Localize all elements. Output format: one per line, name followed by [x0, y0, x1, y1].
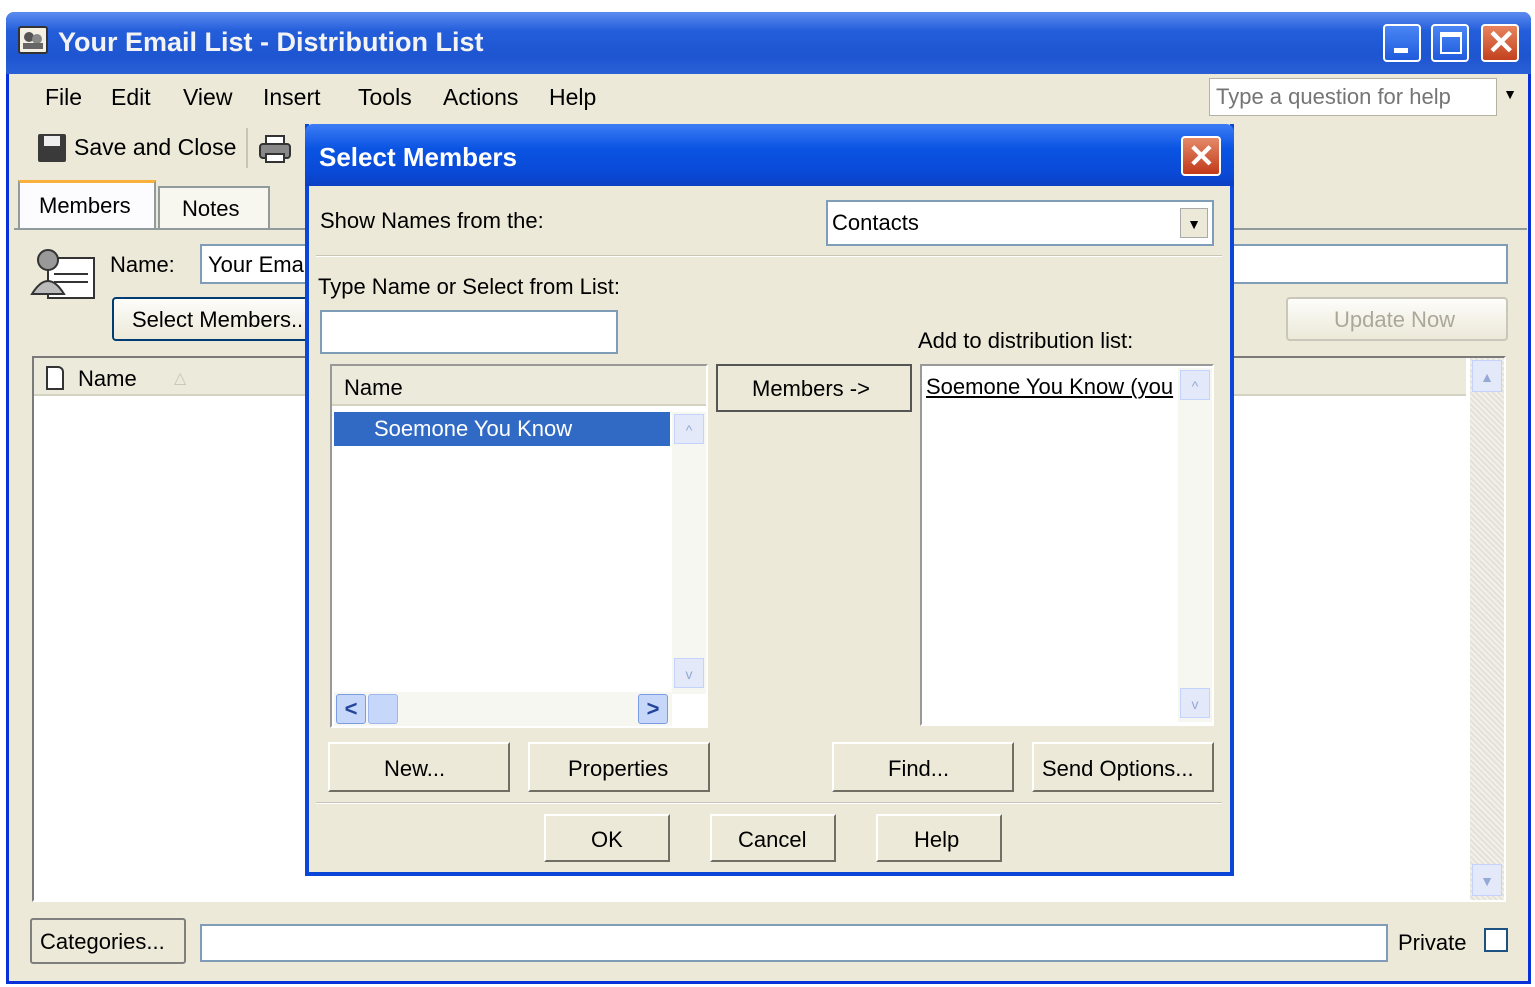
send-options-label: Send Options... [1042, 756, 1194, 781]
list-item[interactable]: Soemone You Know (you [926, 374, 1176, 400]
find-label: Find... [888, 756, 950, 781]
contacts-list[interactable]: Name Soemone You Know ^ v < > [330, 364, 708, 728]
minimize-icon [1394, 48, 1408, 53]
scroll-left-icon[interactable]: < [336, 694, 366, 724]
menu-bar: File Edit View Insert Tools Actions Help… [12, 76, 1527, 120]
window-titlebar[interactable]: Your Email List - Distribution List ✕ [6, 12, 1531, 74]
sort-ascending-icon: △ [174, 370, 187, 387]
distribution-list-scrollbar[interactable]: ^ v [1178, 368, 1212, 722]
categories-button[interactable]: Categories... [30, 918, 186, 964]
update-now-label: Update Now [1334, 307, 1456, 332]
new-contact-button[interactable]: New... [328, 742, 510, 792]
contact-name: Soemone You Know [374, 416, 573, 441]
dialog-titlebar[interactable]: Select Members ✕ [305, 124, 1234, 186]
tab-notes-label: Notes [182, 196, 240, 221]
dialog-title: Select Members [319, 142, 517, 172]
private-checkbox[interactable] [1484, 928, 1508, 952]
ok-label: OK [591, 827, 623, 852]
contacts-list-header: Name [332, 366, 706, 406]
menu-tools[interactable]: Tools [358, 84, 412, 111]
select-members-button[interactable]: Select Members... [112, 297, 312, 341]
distribution-members-list[interactable]: Soemone You Know (you ^ v [920, 364, 1214, 726]
close-button[interactable]: ✕ [1481, 24, 1519, 62]
send-options-button[interactable]: Send Options... [1032, 742, 1214, 792]
type-name-label: Type Name or Select from List: [318, 274, 620, 299]
tab-members-label: Members [39, 193, 131, 218]
scroll-up-icon[interactable]: ^ [1180, 370, 1210, 400]
close-icon: ✕ [1487, 24, 1516, 62]
menu-edit[interactable]: Edit [111, 84, 151, 111]
toolbar-separator [246, 128, 248, 168]
help-question-input[interactable] [1209, 78, 1497, 116]
members-list-scrollbar[interactable]: ▲ ▼ [1470, 358, 1504, 900]
document-icon [46, 366, 64, 390]
scroll-down-icon[interactable]: ▼ [1472, 864, 1502, 896]
members-add-label: Members -> [752, 376, 870, 401]
update-now-button[interactable]: Update Now [1286, 297, 1508, 341]
scroll-thumb[interactable] [368, 694, 398, 724]
address-book-value: Contacts [832, 210, 919, 235]
cancel-label: Cancel [738, 827, 807, 852]
contacts-vertical-scrollbar[interactable]: ^ v [672, 412, 706, 694]
type-name-input[interactable] [320, 310, 618, 354]
scroll-down-icon[interactable]: v [1180, 688, 1210, 718]
tab-members[interactable]: Members [18, 180, 156, 230]
maximize-icon [1440, 32, 1462, 54]
contact-card-icon [28, 244, 98, 306]
list-item[interactable]: Soemone You Know [334, 412, 670, 446]
close-icon: ✕ [1188, 138, 1215, 174]
new-contact-label: New... [384, 756, 446, 781]
window-title: Your Email List - Distribution List [58, 27, 484, 57]
menu-file[interactable]: File [45, 84, 82, 111]
properties-label: Properties [568, 756, 669, 781]
members-add-button[interactable]: Members -> [716, 364, 912, 412]
scroll-up-icon[interactable]: ^ [674, 414, 704, 444]
select-members-label: Select Members... [132, 307, 310, 332]
show-names-label: Show Names from the: [320, 208, 544, 233]
dialog-divider [316, 255, 1222, 257]
help-label: Help [914, 827, 960, 852]
scroll-down-icon[interactable]: v [674, 658, 704, 688]
contacts-horizontal-scrollbar[interactable]: < > [334, 692, 672, 726]
members-name-column[interactable]: Name [78, 366, 137, 392]
menu-insert[interactable]: Insert [263, 84, 321, 111]
minimize-button[interactable] [1383, 24, 1421, 62]
tab-notes[interactable]: Notes [158, 186, 270, 228]
save-icon [38, 134, 66, 162]
help-dropdown-arrow[interactable]: ▼ [1499, 86, 1521, 110]
maximize-button[interactable] [1431, 24, 1469, 62]
distribution-list-icon [18, 26, 48, 54]
chevron-down-icon[interactable]: ▼ [1180, 208, 1208, 238]
private-label: Private [1398, 930, 1467, 955]
ok-button[interactable]: OK [544, 814, 670, 862]
menu-view[interactable]: View [183, 84, 232, 111]
printer-icon[interactable] [258, 134, 292, 164]
name-label: Name: [110, 252, 175, 277]
find-button[interactable]: Find... [832, 742, 1014, 792]
scroll-right-icon[interactable]: > [638, 694, 668, 724]
cancel-button[interactable]: Cancel [710, 814, 836, 862]
contacts-name-column[interactable]: Name [344, 375, 403, 401]
dialog-close-button[interactable]: ✕ [1181, 136, 1221, 176]
properties-button[interactable]: Properties [528, 742, 710, 792]
address-book-select[interactable]: Contacts ▼ [826, 200, 1214, 246]
categories-field[interactable] [200, 924, 1388, 962]
menu-actions[interactable]: Actions [443, 84, 518, 111]
add-to-list-label: Add to distribution list: [918, 328, 1134, 353]
help-button[interactable]: Help [876, 814, 1002, 862]
categories-label: Categories... [40, 929, 165, 954]
scroll-up-icon[interactable]: ▲ [1472, 360, 1502, 392]
save-and-close-button[interactable]: Save and Close [74, 134, 236, 161]
menu-help[interactable]: Help [549, 84, 596, 111]
dialog-bottom-divider [316, 802, 1222, 804]
